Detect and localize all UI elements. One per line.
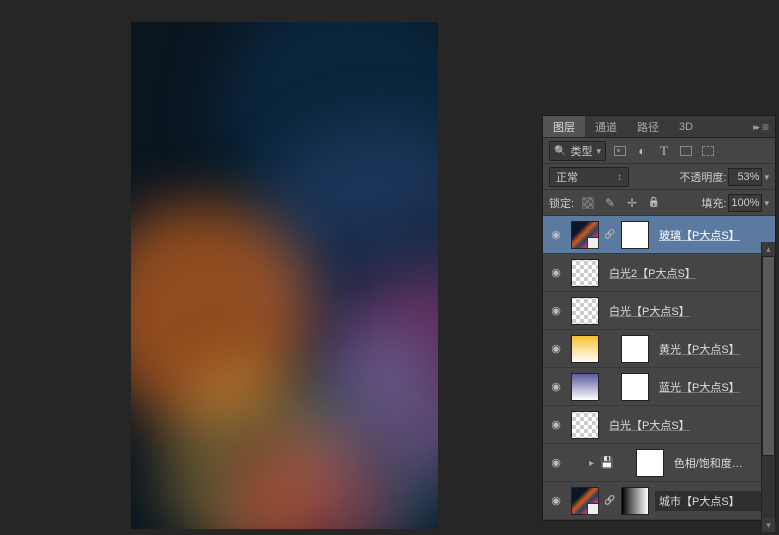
layer-name[interactable]: 色相/饱和度… [670,455,771,471]
adjustment-icon [600,456,614,469]
layer-row[interactable]: 白光【P大点S】 [543,292,775,330]
lock-label: 锁定: [549,195,574,211]
layer-row[interactable]: 黄光【P大点S】 [543,330,775,368]
layer-name[interactable]: 城市【P大点S】 [655,491,771,511]
scroll-thumb[interactable] [762,256,775,456]
layer-mask-thumbnail[interactable] [621,221,649,249]
lock-toolbar: 锁定: 填充: [543,190,775,216]
visibility-toggle[interactable] [547,378,565,396]
layer-name[interactable]: 蓝光【P大点S】 [655,379,771,395]
lock-all-icon[interactable] [646,195,662,211]
opacity-label: 不透明度: [679,169,726,185]
layer-thumbnail[interactable] [571,297,599,325]
filter-toolbar: 类型 [543,138,775,164]
chevron-down-icon[interactable] [764,197,769,209]
layer-thumbnail[interactable] [571,259,599,287]
blend-mode-dropdown[interactable]: 正常 [549,167,629,187]
filter-type-label: 类型 [570,143,592,159]
visibility-toggle[interactable] [547,416,565,434]
link-icon [605,495,615,506]
layer-row[interactable]: 白光【P大点S】 [543,406,775,444]
lock-transparency-icon[interactable] [580,195,596,211]
filter-shape-icon[interactable] [678,143,694,159]
scroll-down-button[interactable]: ▾ [762,518,775,532]
visibility-toggle[interactable] [547,454,565,472]
blend-toolbar: 正常 不透明度: [543,164,775,190]
fill-field: 填充: [701,194,769,212]
layer-name[interactable]: 白光【P大点S】 [605,303,771,319]
collapse-panel-icon[interactable] [753,121,758,133]
visibility-toggle[interactable] [547,492,565,510]
visibility-toggle[interactable] [547,226,565,244]
filter-pixel-icon[interactable] [612,143,628,159]
layer-thumbnail[interactable] [571,335,599,363]
tab-channels[interactable]: 通道 [585,116,627,137]
scroll-track[interactable] [762,256,775,518]
tab-3d[interactable]: 3D [669,116,703,137]
fill-label: 填充: [701,195,726,211]
layer-row[interactable]: 蓝光【P大点S】 [543,368,775,406]
blend-mode-value: 正常 [556,169,578,185]
layer-row[interactable]: 城市【P大点S】 [543,482,775,520]
layer-mask-thumbnail[interactable] [621,487,649,515]
layer-mask-thumbnail[interactable] [621,373,649,401]
link-icon [605,229,615,240]
scroll-up-button[interactable]: ▴ [762,242,775,256]
expand-icon[interactable] [589,457,594,469]
panel-menu-icon[interactable] [762,120,769,134]
layer-row[interactable]: 白光2【P大点S】 [543,254,775,292]
opacity-input[interactable] [728,168,762,186]
layer-mask-thumbnail[interactable] [621,335,649,363]
layer-thumbnail[interactable] [571,373,599,401]
filter-text-icon[interactable] [656,143,672,159]
visibility-toggle[interactable] [547,340,565,358]
layer-name[interactable]: 白光【P大点S】 [605,417,771,433]
layer-name[interactable]: 黄光【P大点S】 [655,341,771,357]
filter-smart-icon[interactable] [700,143,716,159]
layer-row[interactable]: 色相/饱和度… [543,444,775,482]
canvas-preview[interactable] [131,22,438,529]
updown-icon [617,171,622,183]
layers-panel: 图层 通道 路径 3D 类型 正常 不透明度: 锁定: [542,115,776,521]
lock-pixels-icon[interactable] [602,195,618,211]
layer-thumbnail[interactable] [571,221,599,249]
chevron-down-icon[interactable] [764,171,769,183]
layer-thumbnail[interactable] [571,411,599,439]
layer-row[interactable]: 玻璃【P大点S】 [543,216,775,254]
opacity-field: 不透明度: [679,168,769,186]
layer-name[interactable]: 白光2【P大点S】 [605,265,771,281]
layer-scrollbar[interactable]: ▴ ▾ [761,242,775,532]
layer-thumbnail[interactable] [571,487,599,515]
filter-adjustment-icon[interactable] [634,143,650,159]
layer-mask-thumbnail[interactable] [636,449,664,477]
chevron-down-icon [596,145,601,157]
visibility-toggle[interactable] [547,264,565,282]
lock-position-icon[interactable] [624,195,640,211]
layer-list: 玻璃【P大点S】 白光2【P大点S】 白光【P大点S】 黄光【P大点S】 蓝光【… [543,216,775,520]
layer-name[interactable]: 玻璃【P大点S】 [655,227,771,243]
panel-tab-bar: 图层 通道 路径 3D [543,116,775,138]
visibility-toggle[interactable] [547,302,565,320]
filter-type-dropdown[interactable]: 类型 [549,141,606,161]
tab-layers[interactable]: 图层 [543,116,585,137]
tab-paths[interactable]: 路径 [627,116,669,137]
search-icon [554,145,566,157]
fill-input[interactable] [728,194,762,212]
